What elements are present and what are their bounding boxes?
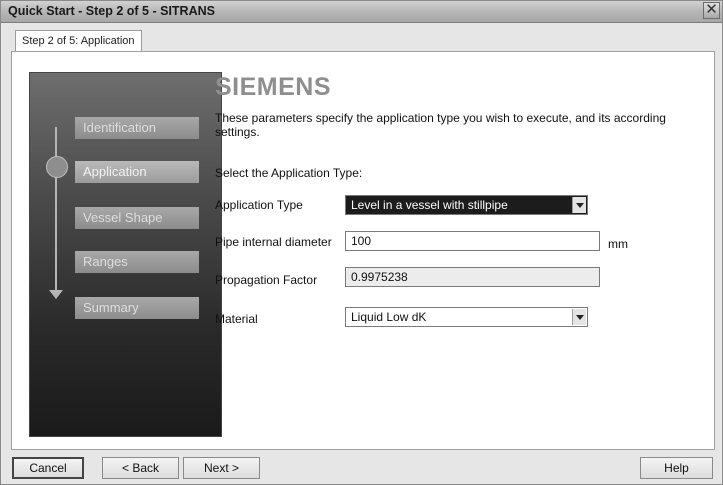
propagation-factor-field: 0.9975238 <box>345 267 600 287</box>
tab-application[interactable]: Step 2 of 5: Application <box>15 30 142 52</box>
application-type-value: Level in a vessel with stillpipe <box>351 198 508 212</box>
description-text: These parameters specify the application… <box>215 111 666 139</box>
arrow-down-icon <box>49 290 63 299</box>
nav-item-application[interactable]: Application <box>75 161 199 183</box>
material-label: Material <box>215 312 258 326</box>
title-bar[interactable]: Quick Start - Step 2 of 5 - SITRANS ✕ <box>1 1 722 23</box>
current-step-marker <box>46 156 68 178</box>
nav-item-ranges[interactable]: Ranges <box>75 251 199 273</box>
quick-start-window: Quick Start - Step 2 of 5 - SITRANS ✕ St… <box>0 0 723 485</box>
next-button[interactable]: Next > <box>183 457 260 479</box>
wizard-panel: Identification Application Vessel Shape … <box>11 51 715 450</box>
material-value: Liquid Low dK <box>351 310 427 324</box>
help-button[interactable]: Help <box>640 457 713 479</box>
window-title: Quick Start - Step 2 of 5 - SITRANS <box>8 4 215 18</box>
chevron-down-icon[interactable] <box>572 197 586 213</box>
progress-line <box>55 127 57 292</box>
pipe-diameter-unit: mm <box>608 237 628 251</box>
pipe-diameter-label: Pipe internal diameter <box>215 235 332 249</box>
nav-item-summary[interactable]: Summary <box>75 297 199 319</box>
pipe-diameter-value: 100 <box>351 234 372 248</box>
nav-item-vessel-shape[interactable]: Vessel Shape <box>75 207 199 229</box>
application-type-label: Application Type <box>215 198 303 212</box>
pipe-diameter-input[interactable]: 100 <box>345 231 600 251</box>
application-type-select[interactable]: Level in a vessel with stillpipe <box>345 195 588 215</box>
propagation-factor-value: 0.9975238 <box>351 270 408 284</box>
cancel-button[interactable]: Cancel <box>12 457 84 479</box>
close-icon[interactable]: ✕ <box>703 2 720 19</box>
back-button[interactable]: < Back <box>102 457 179 479</box>
chevron-down-icon[interactable] <box>572 309 586 325</box>
siemens-logo: SIEMENS <box>215 73 332 101</box>
nav-item-identification[interactable]: Identification <box>75 117 199 139</box>
propagation-factor-label: Propagation Factor <box>215 273 318 287</box>
select-prompt: Select the Application Type: <box>215 166 363 180</box>
material-select[interactable]: Liquid Low dK <box>345 307 588 327</box>
step-navigation: Identification Application Vessel Shape … <box>29 72 222 437</box>
